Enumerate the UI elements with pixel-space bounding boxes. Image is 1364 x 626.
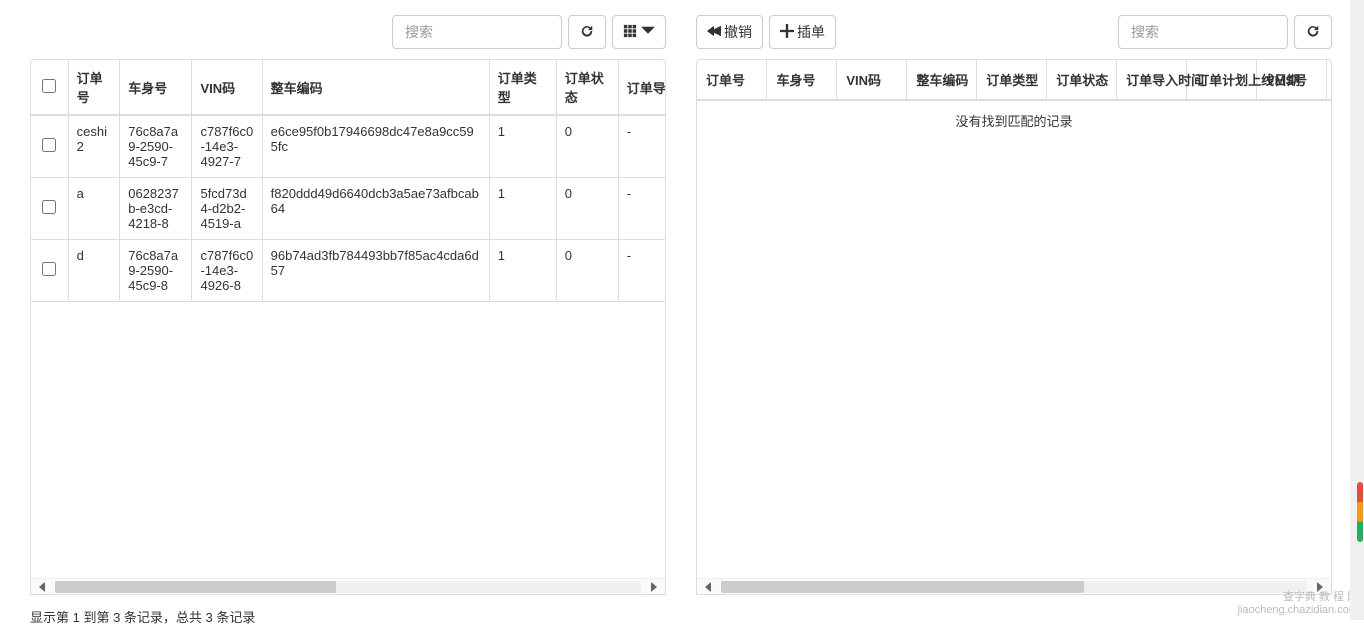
undo-button[interactable]: 撤销 (696, 15, 763, 49)
right-col-4[interactable]: 订单类型 (977, 60, 1047, 100)
left-select-all-checkbox[interactable] (42, 79, 56, 93)
right-table-container: 订单号车身号VIN码整车编码订单类型订单状态订单导入时间订单计划上线日期VMS号… (696, 59, 1332, 595)
right-horizontal-scrollbar[interactable] (697, 578, 1331, 594)
left-panel: 订单号 车身号 VIN码 整车编码 订单类型 订单状态 订单导入 ceshi2 … (30, 15, 666, 595)
scroll-left-arrow[interactable] (697, 579, 719, 595)
left-table-container: 订单号 车身号 VIN码 整车编码 订单类型 订单状态 订单导入 ceshi2 … (30, 59, 666, 595)
left-header-checkbox-cell (31, 60, 68, 115)
scroll-track[interactable] (55, 581, 641, 593)
left-col-order-type[interactable]: 订单类型 (489, 60, 556, 115)
left-columns-button[interactable] (612, 15, 666, 49)
cell-import: - (618, 178, 665, 240)
cell-body-no: 0628237b-e3cd-4218-8 (120, 178, 192, 240)
page-vertical-scrollbar[interactable] (1350, 0, 1364, 620)
scroll-track[interactable] (721, 581, 1307, 593)
row-checkbox[interactable] (42, 200, 56, 214)
cell-order-status: 0 (556, 240, 618, 302)
cell-body-no: 76c8a7a9-2590-45c9-8 (120, 240, 192, 302)
cell-vin: 5fcd73d4-d2b2-4519-a (192, 178, 262, 240)
insert-label: 插单 (797, 22, 825, 42)
row-checkbox[interactable] (42, 138, 56, 152)
undo-label: 撤销 (724, 22, 752, 42)
right-table: 订单号车身号VIN码整车编码订单类型订单状态订单导入时间订单计划上线日期VMS号… (697, 60, 1331, 101)
plus-icon (780, 24, 794, 41)
cell-order-status: 0 (556, 115, 618, 178)
left-col-order-no[interactable]: 订单号 (68, 60, 120, 115)
refresh-icon (580, 24, 594, 41)
left-col-order-status[interactable]: 订单状态 (556, 60, 618, 115)
right-refresh-button[interactable] (1294, 15, 1332, 49)
cell-body-no: 76c8a7a9-2590-45c9-7 (120, 115, 192, 178)
right-col-6[interactable]: 订单导入时间 (1117, 60, 1187, 100)
no-records-message: 没有找到匹配的记录 (697, 101, 1331, 140)
left-search-input[interactable] (392, 15, 562, 49)
right-col-3[interactable]: 整车编码 (907, 60, 977, 100)
cell-order-type: 1 (489, 240, 556, 302)
scroll-right-arrow[interactable] (643, 579, 665, 595)
right-col-5[interactable]: 订单状态 (1047, 60, 1117, 100)
cell-vehicle-code: e6ce95f0b17946698dc47e8a9cc595fc (262, 115, 489, 178)
cell-order-status: 0 (556, 178, 618, 240)
cell-order-no: ceshi2 (68, 115, 120, 178)
right-col-2[interactable]: VIN码 (837, 60, 907, 100)
grid-icon (623, 24, 637, 41)
cell-import: - (618, 115, 665, 178)
cell-order-no: a (68, 178, 120, 240)
watermark: 查字典 教 程 网 jiaocheng.chazidian.com (1238, 588, 1358, 616)
scroll-left-arrow[interactable] (31, 579, 53, 595)
left-col-import[interactable]: 订单导入 (618, 60, 665, 115)
rewind-icon (707, 24, 721, 41)
right-panel: 撤销 插单 (696, 15, 1332, 595)
right-col-1[interactable]: 车身号 (767, 60, 837, 100)
cell-order-type: 1 (489, 115, 556, 178)
left-col-body-no[interactable]: 车身号 (120, 60, 192, 115)
left-horizontal-scrollbar[interactable] (31, 578, 665, 594)
table-row: a 0628237b-e3cd-4218-8 5fcd73d4-d2b2-451… (31, 178, 665, 240)
cell-order-type: 1 (489, 178, 556, 240)
right-toolbar: 撤销 插单 (696, 15, 1332, 49)
left-refresh-button[interactable] (568, 15, 606, 49)
cell-vehicle-code: f820ddd49d6640dcb3a5ae73afbcab64 (262, 178, 489, 240)
cell-import: - (618, 240, 665, 302)
cell-vin: c787f6c0-14e3-4926-8 (192, 240, 262, 302)
right-col-8[interactable]: VMS号 (1257, 60, 1327, 100)
right-search-input[interactable] (1118, 15, 1288, 49)
left-col-vin[interactable]: VIN码 (192, 60, 262, 115)
table-row: d 76c8a7a9-2590-45c9-8 c787f6c0-14e3-492… (31, 240, 665, 302)
left-col-vehicle-code[interactable]: 整车编码 (262, 60, 489, 115)
pagination-info: 显示第 1 到第 3 条记录，总共 3 条记录 (0, 595, 1364, 626)
cell-vin: c787f6c0-14e3-4927-7 (192, 115, 262, 178)
left-table: 订单号 车身号 VIN码 整车编码 订单类型 订单状态 订单导入 ceshi2 … (31, 60, 665, 302)
right-col-0[interactable]: 订单号 (697, 60, 767, 100)
row-checkbox[interactable] (42, 262, 56, 276)
right-col-7[interactable]: 订单计划上线日期 (1187, 60, 1257, 100)
table-row: ceshi2 76c8a7a9-2590-45c9-7 c787f6c0-14e… (31, 115, 665, 178)
right-col-9[interactable]: 发动 (1326, 60, 1331, 100)
left-toolbar (30, 15, 666, 49)
cell-order-no: d (68, 240, 120, 302)
cell-vehicle-code: 96b74ad3fb784493bb7f85ac4cda6d57 (262, 240, 489, 302)
refresh-icon (1306, 24, 1320, 41)
chevron-down-icon (641, 24, 655, 41)
insert-button[interactable]: 插单 (769, 15, 836, 49)
